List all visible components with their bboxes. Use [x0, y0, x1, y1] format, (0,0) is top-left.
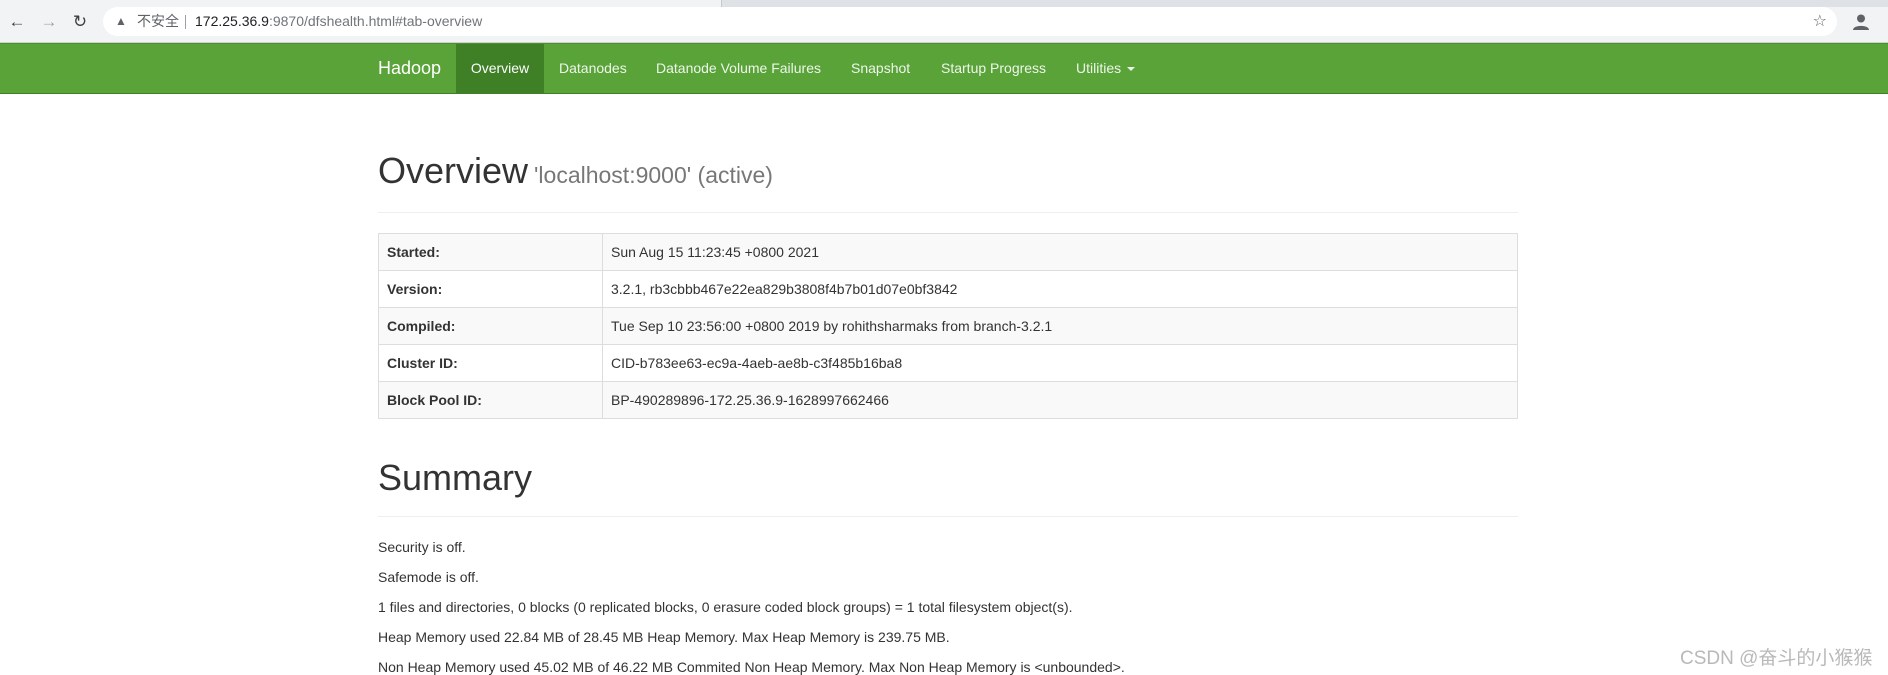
- security-status-label[interactable]: 不安全: [137, 7, 179, 36]
- hadoop-navbar: Hadoop Overview Datanodes Datanode Volum…: [0, 43, 1888, 94]
- table-row: Version: 3.2.1, rb3cbbb467e22ea829b3808f…: [378, 270, 1518, 308]
- tab-utilities-dropdown[interactable]: Utilities: [1076, 44, 1136, 93]
- table-row: Cluster ID: CID-b783ee63-ec9a-4aeb-ae8b-…: [378, 344, 1518, 382]
- utilities-label: Utilities: [1076, 60, 1122, 76]
- reload-icon[interactable]: ↻: [69, 11, 91, 33]
- navbar-brand[interactable]: Hadoop: [378, 44, 441, 93]
- watermark: CSDN @奋斗的小猴猴: [1680, 648, 1873, 669]
- caret-down-icon: [1127, 67, 1136, 72]
- table-row: Started: Sun Aug 15 11:23:45 +0800 2021: [378, 233, 1518, 271]
- active-tab-edge[interactable]: [0, 0, 722, 7]
- tab-snapshot[interactable]: Snapshot: [851, 44, 910, 93]
- profile-avatar-icon[interactable]: [1850, 11, 1872, 33]
- back-arrow-icon[interactable]: ←: [6, 11, 28, 33]
- summary-safemode: Safemode is off.: [378, 569, 479, 585]
- forward-arrow-icon[interactable]: →: [38, 11, 60, 33]
- overview-table: Started: Sun Aug 15 11:23:45 +0800 2021 …: [378, 233, 1518, 419]
- bookmark-star-icon[interactable]: ☆: [1813, 7, 1827, 36]
- summary-header: Summary: [378, 457, 1518, 517]
- summary-filesystem-objects: 1 files and directories, 0 blocks (0 rep…: [378, 599, 1073, 615]
- overview-title: Overview: [378, 150, 529, 191]
- summary-security: Security is off.: [378, 539, 466, 555]
- page-title: Overview'localhost:9000' (active): [378, 150, 773, 192]
- address-separator: [185, 15, 186, 29]
- overview-header: Overview'localhost:9000' (active): [378, 150, 1518, 213]
- row-key: Compiled:: [378, 307, 603, 345]
- row-value: Tue Sep 10 23:56:00 +0800 2019 by rohith…: [602, 307, 1518, 345]
- summary-title: Summary: [378, 457, 533, 498]
- row-key: Version:: [378, 270, 603, 308]
- row-value: BP-490289896-172.25.36.9-1628997662466: [602, 381, 1518, 419]
- row-key: Started:: [378, 233, 603, 271]
- url-host: 172.25.36.9: [195, 13, 269, 29]
- table-row: Compiled: Tue Sep 10 23:56:00 +0800 2019…: [378, 307, 1518, 345]
- namenode-subtitle: 'localhost:9000' (active): [534, 162, 773, 188]
- row-value: Sun Aug 15 11:23:45 +0800 2021: [602, 233, 1518, 271]
- row-value: 3.2.1, rb3cbbb467e22ea829b3808f4b7b01d07…: [602, 270, 1518, 308]
- url-path: :9870/dfshealth.html#tab-overview: [268, 13, 483, 29]
- row-value: CID-b783ee63-ec9a-4aeb-ae8b-c3f485b16ba8: [602, 344, 1518, 382]
- table-row: Block Pool ID: BP-490289896-172.25.36.9-…: [378, 381, 1518, 419]
- tab-overview[interactable]: Overview: [456, 44, 544, 93]
- summary-heap-memory: Heap Memory used 22.84 MB of 28.45 MB He…: [378, 629, 950, 645]
- row-key: Block Pool ID:: [378, 381, 603, 419]
- tab-datanode-volume-failures[interactable]: Datanode Volume Failures: [656, 44, 821, 93]
- tab-datanodes[interactable]: Datanodes: [559, 44, 627, 93]
- address-bar[interactable]: ▲ 不安全 172.25.36.9:9870/dfshealth.html#ta…: [103, 7, 1837, 36]
- warning-triangle-icon[interactable]: ▲: [115, 7, 127, 36]
- tab-startup-progress[interactable]: Startup Progress: [941, 44, 1046, 93]
- url-text[interactable]: 172.25.36.9:9870/dfshealth.html#tab-over…: [195, 7, 482, 36]
- browser-toolbar: ← → ↻ ▲ 不安全 172.25.36.9:9870/dfshealth.h…: [0, 0, 1888, 43]
- row-key: Cluster ID:: [378, 344, 603, 382]
